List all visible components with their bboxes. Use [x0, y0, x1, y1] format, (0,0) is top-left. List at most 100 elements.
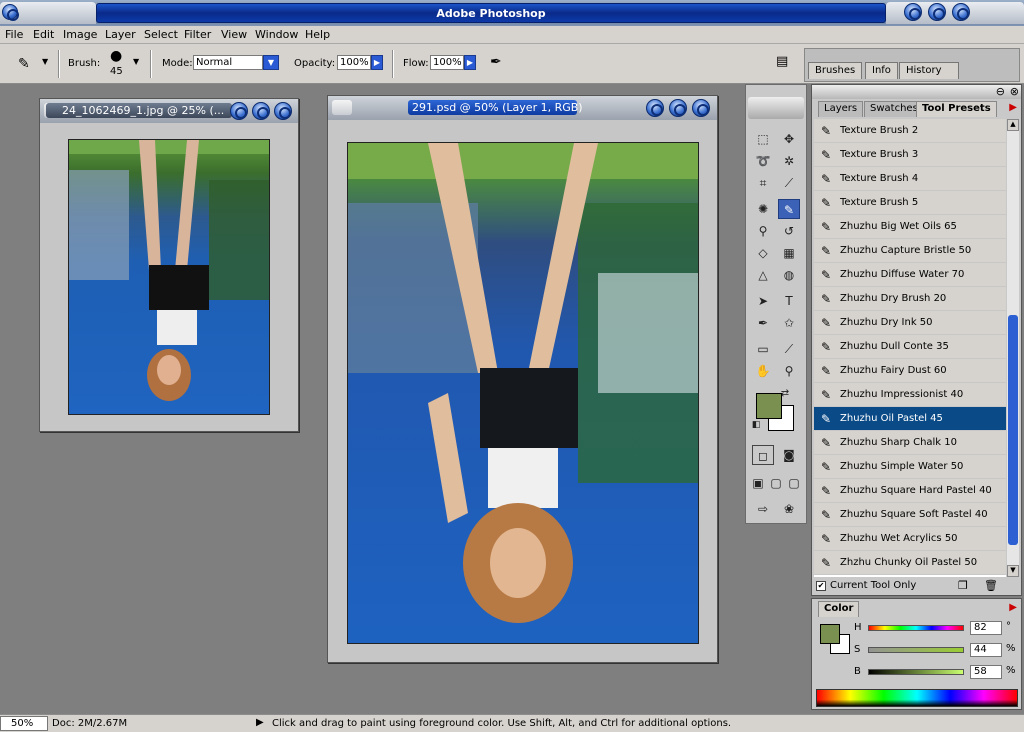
- minimize-icon[interactable]: [904, 3, 922, 21]
- marquee-tool-icon[interactable]: ⬚: [752, 129, 774, 149]
- tool-preset-chevron-icon[interactable]: ▼: [42, 57, 48, 66]
- brush-tool-icon[interactable]: ✎: [778, 199, 800, 219]
- clone-stamp-icon[interactable]: ⚲: [752, 221, 774, 241]
- tool-preset-item[interactable]: ✎ Zhuzhu Capture Bristle 50: [814, 239, 1006, 263]
- menu-help[interactable]: Help: [305, 28, 330, 41]
- tab-color[interactable]: Color: [818, 601, 860, 617]
- tool-preset-item[interactable]: ✎ Texture Brush 3: [814, 143, 1006, 167]
- zoom-field[interactable]: 50%: [0, 716, 48, 731]
- document-window-2[interactable]: 291.psd @ 50% (Layer 1, RGB): [327, 95, 718, 663]
- menu-view[interactable]: View: [221, 28, 247, 41]
- menu-window[interactable]: Window: [255, 28, 298, 41]
- document-title-bar[interactable]: 291.psd @ 50% (Layer 1, RGB): [328, 96, 717, 120]
- dock-tab-info[interactable]: Info: [865, 62, 898, 79]
- tool-preset-item[interactable]: ✎ Texture Brush 2: [814, 119, 1006, 143]
- standard-mode-icon[interactable]: ◻: [752, 445, 774, 465]
- menu-file[interactable]: File: [5, 28, 23, 41]
- saturation-value[interactable]: 44: [970, 643, 1002, 657]
- jump-to-imageready-icon[interactable]: ⇨: [752, 499, 774, 519]
- opacity-arrow-icon[interactable]: ▶: [371, 55, 383, 70]
- tool-preset-item[interactable]: ✎ Zhuzhu Diffuse Water 70: [814, 263, 1006, 287]
- palette-well-icon[interactable]: ▤: [776, 54, 788, 69]
- color-panel-menu-icon[interactable]: ▶: [1009, 602, 1017, 613]
- flow-arrow-icon[interactable]: ▶: [464, 55, 476, 70]
- quick-mask-icon[interactable]: ◙: [778, 445, 800, 465]
- tab-layers[interactable]: Layers: [818, 101, 864, 117]
- doc-maximize-icon[interactable]: [252, 102, 270, 120]
- doc-close-icon[interactable]: [274, 102, 292, 120]
- tool-preset-item[interactable]: ✎ Zhuzhu Sharp Chalk 10: [814, 431, 1006, 455]
- eraser-tool-icon[interactable]: ◇: [752, 243, 774, 263]
- magic-wand-icon[interactable]: ✲: [778, 151, 800, 171]
- color-panel-foreground-swatch[interactable]: [820, 624, 840, 644]
- dock-tab-brushes[interactable]: Brushes: [808, 62, 863, 79]
- tool-preset-item[interactable]: ✎ Texture Brush 4: [814, 167, 1006, 191]
- shape-tool-icon[interactable]: ✩: [778, 313, 800, 333]
- menu-layer[interactable]: Layer: [105, 28, 136, 41]
- screen-mode-standard-icon[interactable]: ▣: [750, 473, 766, 493]
- mode-select[interactable]: Normal: [193, 55, 263, 70]
- panel-close-icon[interactable]: ⊗: [1010, 85, 1019, 98]
- pen-tool-icon[interactable]: ✒: [752, 313, 774, 333]
- default-colors-icon[interactable]: ◧: [750, 419, 762, 431]
- dock-tab-history[interactable]: History: [899, 62, 959, 79]
- brush-tip-icon[interactable]: ●: [110, 48, 122, 64]
- current-tool-only-checkbox[interactable]: ✔: [816, 581, 826, 591]
- doc-close-icon[interactable]: [692, 99, 710, 117]
- type-tool-icon[interactable]: T: [778, 291, 800, 311]
- painting-canvas[interactable]: [347, 142, 699, 644]
- close-icon[interactable]: [952, 3, 970, 21]
- menu-filter[interactable]: Filter: [184, 28, 211, 41]
- slice-tool-icon[interactable]: ⟋: [778, 173, 800, 193]
- tool-preset-item[interactable]: ✎ Zhuzhu Wet Acrylics 50: [814, 527, 1006, 551]
- doc-maximize-icon[interactable]: [669, 99, 687, 117]
- airbrush-icon[interactable]: ✒: [490, 54, 502, 70]
- scroll-up-icon[interactable]: ▲: [1007, 119, 1019, 131]
- brightness-value[interactable]: 58: [970, 665, 1002, 679]
- tool-preset-item[interactable]: ✎ Zhuzhu Dry Brush 20: [814, 287, 1006, 311]
- tool-preset-item[interactable]: ✎ Zhuzhu Simple Water 50: [814, 455, 1006, 479]
- tab-tool-presets[interactable]: Tool Presets: [916, 101, 997, 117]
- tool-preset-item[interactable]: ✎ Zhuzhu Square Soft Pastel 40: [814, 503, 1006, 527]
- imageready-icon[interactable]: ❀: [778, 499, 800, 519]
- dodge-tool-icon[interactable]: ◍: [778, 265, 800, 285]
- delete-preset-icon[interactable]: 🗑: [984, 579, 998, 592]
- brush-tool-icon[interactable]: ✎: [18, 56, 30, 72]
- eyedropper-icon[interactable]: ⟋: [778, 339, 800, 359]
- tool-preset-item[interactable]: ✎ Zhuzhu Dull Conte 35: [814, 335, 1006, 359]
- presets-scrollbar[interactable]: ▲ ▼: [1007, 119, 1019, 577]
- menu-edit[interactable]: Edit: [33, 28, 54, 41]
- notes-tool-icon[interactable]: ▭: [752, 339, 774, 359]
- color-ramp[interactable]: [816, 689, 1018, 707]
- tool-preset-item[interactable]: ✎ Zhuzhu Impressionist 40: [814, 383, 1006, 407]
- tool-preset-item[interactable]: ✎ Zhuzhu Dry Ink 50: [814, 311, 1006, 335]
- mode-dropdown-icon[interactable]: ▼: [263, 55, 279, 70]
- menu-select[interactable]: Select: [144, 28, 178, 41]
- scroll-down-icon[interactable]: ▼: [1007, 565, 1019, 577]
- brightness-slider[interactable]: [868, 669, 964, 675]
- hue-value[interactable]: 82: [970, 621, 1002, 635]
- menu-image[interactable]: Image: [63, 28, 97, 41]
- path-selection-icon[interactable]: ➤: [752, 291, 774, 311]
- status-menu-icon[interactable]: ▶: [256, 717, 264, 728]
- brush-picker-chevron-icon[interactable]: ▼: [133, 57, 139, 66]
- tool-preset-item[interactable]: ✎ Zhuzhu Fairy Dust 60: [814, 359, 1006, 383]
- lasso-tool-icon[interactable]: ➰: [752, 151, 774, 171]
- move-tool-icon[interactable]: ✥: [778, 129, 800, 149]
- document-window-1[interactable]: 24_1062469_1.jpg @ 25% (...: [39, 98, 299, 432]
- hue-slider[interactable]: [868, 625, 964, 631]
- tab-swatches[interactable]: Swatches: [864, 101, 924, 117]
- tool-preset-item[interactable]: ✎ Zhzhu Chunky Oil Pastel 50: [814, 551, 1006, 575]
- opacity-input[interactable]: 100%: [337, 55, 371, 70]
- gradient-tool-icon[interactable]: ▦: [778, 243, 800, 263]
- photo-canvas[interactable]: [68, 139, 270, 415]
- healing-brush-icon[interactable]: ✺: [752, 199, 774, 219]
- tool-preset-item[interactable]: ✎ Texture Brush 5: [814, 191, 1006, 215]
- tool-preset-item[interactable]: ✎ Zhuzhu Oil Pastel 45: [814, 407, 1006, 431]
- tool-preset-item[interactable]: ✎ Zhuzhu Square Hard Pastel 40: [814, 479, 1006, 503]
- history-brush-icon[interactable]: ↺: [778, 221, 800, 241]
- saturation-slider[interactable]: [868, 647, 964, 653]
- crop-tool-icon[interactable]: ⌗: [752, 173, 774, 193]
- zoom-tool-icon[interactable]: ⚲: [778, 361, 800, 381]
- screen-mode-full-icon[interactable]: ▢: [786, 473, 802, 493]
